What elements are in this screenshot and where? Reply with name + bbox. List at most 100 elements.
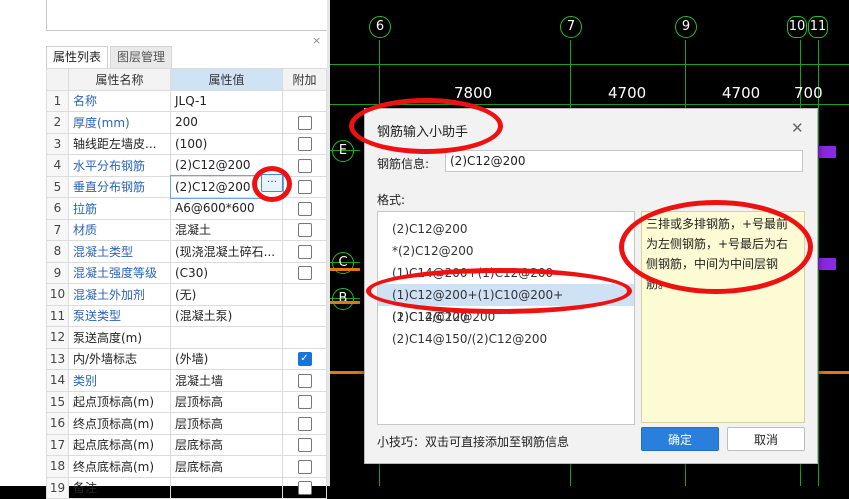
extra-cell <box>282 111 327 134</box>
property-name: 终点底标高(m) <box>68 455 171 478</box>
extra-checkbox[interactable] <box>297 180 312 194</box>
property-value[interactable]: 层顶标高 <box>170 390 283 413</box>
dimension-text: 4700 <box>608 84 647 102</box>
column-header-name: 属性名称 <box>68 68 171 91</box>
extra-cell <box>282 175 327 198</box>
property-value[interactable]: (现浇混凝土碎石... <box>170 240 283 263</box>
close-icon[interactable]: ✕ <box>791 119 804 137</box>
property-row[interactable]: 10 混凝土外加剂 (无) <box>46 283 327 306</box>
property-value[interactable]: (混凝土泵) <box>170 304 283 327</box>
property-value[interactable]: 200 <box>170 111 283 134</box>
property-value[interactable]: 层顶标高 <box>170 412 283 435</box>
property-value[interactable]: 混凝土墙 <box>170 369 283 392</box>
property-name: 名称 <box>68 89 171 112</box>
extra-cell <box>282 240 327 263</box>
extra-checkbox[interactable] <box>297 438 312 452</box>
row-index: 16 <box>46 412 69 435</box>
property-row[interactable]: 19 备注 <box>46 476 327 499</box>
property-value[interactable]: 混凝土 <box>170 218 283 241</box>
format-list-item[interactable]: (2)C14/C12@200 <box>378 306 634 328</box>
row-index: 6 <box>46 197 69 220</box>
property-value[interactable]: (100) <box>170 132 283 155</box>
property-row[interactable]: 17 起点底标高(m) 层底标高 <box>46 433 327 456</box>
format-list-item[interactable]: *(2)C12@200 <box>378 240 634 262</box>
property-name: 拉筋 <box>68 197 171 220</box>
property-row[interactable]: 3 轴线距左墙皮... (100) <box>46 132 327 155</box>
extra-checkbox[interactable] <box>297 137 312 151</box>
extra-cell <box>282 326 327 349</box>
extra-checkbox[interactable] <box>297 244 312 259</box>
property-value[interactable]: 层底标高 <box>170 433 283 456</box>
axis-label: 10 <box>787 16 807 38</box>
preview-area <box>46 0 328 31</box>
property-value[interactable] <box>170 326 283 349</box>
extra-checkbox[interactable] <box>297 459 312 474</box>
wall-segment <box>816 258 836 270</box>
property-row[interactable]: 4 水平分布钢筋 (2)C12@200 <box>46 154 327 177</box>
extra-cell <box>282 304 327 327</box>
extra-checkbox[interactable] <box>297 223 312 237</box>
row-index: 11 <box>46 304 69 327</box>
property-row[interactable]: 9 混凝土强度等级 (C30) <box>46 261 327 284</box>
extra-cell <box>282 433 327 456</box>
property-name: 泵送高度(m) <box>68 326 171 349</box>
ok-button[interactable]: 确定 <box>641 427 719 451</box>
property-value[interactable]: A6@600*600 <box>170 197 283 220</box>
property-value[interactable]: JLQ-1 <box>170 89 283 112</box>
tab-properties[interactable]: 属性列表 <box>46 46 109 69</box>
property-value[interactable]: 层底标高 <box>170 455 283 478</box>
extra-checkbox[interactable] <box>297 416 312 431</box>
tab-layers[interactable]: 图层管理 <box>110 46 173 69</box>
format-list-item[interactable]: (1)C14@200+(1)C12@200 <box>378 262 634 284</box>
property-row[interactable]: 5 垂直分布钢筋 (2)C12@200 <box>46 175 327 199</box>
property-name: 类别 <box>68 369 171 392</box>
rebar-info-input[interactable]: (2)C12@200 <box>445 150 803 172</box>
extra-checkbox[interactable] <box>297 158 312 173</box>
property-row[interactable]: 2 厚度(mm) 200 <box>46 111 327 134</box>
axis-label: 7 <box>560 16 582 38</box>
property-value[interactable] <box>170 476 283 499</box>
dimension-line <box>330 104 849 105</box>
extra-checkbox[interactable] <box>297 395 312 409</box>
dimension-text: 4700 <box>722 84 761 102</box>
property-row[interactable]: 13 内/外墙标志 (外墙) ✓ <box>46 347 327 370</box>
cancel-button[interactable]: 取消 <box>727 427 805 451</box>
format-list-item[interactable]: (2)C14@150/(2)C12@200 <box>378 328 634 350</box>
property-row[interactable]: 1 名称 JLQ-1 <box>46 89 327 112</box>
property-row[interactable]: 11 泵送类型 (混凝土泵) <box>46 304 327 327</box>
format-list-item[interactable]: (1)C12@200+(1)C10@200+(1)C12@200 <box>378 284 634 324</box>
property-name: 材质 <box>68 218 171 241</box>
property-name: 终点顶标高(m) <box>68 412 171 435</box>
property-name: 内/外墙标志 <box>68 347 171 370</box>
property-value[interactable]: (2)C12@200 <box>170 154 283 177</box>
property-row[interactable]: 16 终点顶标高(m) 层顶标高 <box>46 412 327 435</box>
extra-checkbox[interactable]: ✓ <box>297 352 312 366</box>
extra-cell <box>282 412 327 435</box>
wall-segment <box>330 301 360 304</box>
extra-cell <box>282 476 327 499</box>
extra-cell <box>282 197 327 220</box>
row-index: 19 <box>46 476 69 499</box>
property-row[interactable]: 7 材质 混凝土 <box>46 218 327 241</box>
extra-cell <box>282 132 327 155</box>
property-row[interactable]: 15 起点顶标高(m) 层顶标高 <box>46 390 327 413</box>
property-row[interactable]: 6 拉筋 A6@600*600 <box>46 197 327 220</box>
extra-cell <box>282 261 327 284</box>
row-index: 15 <box>46 390 69 413</box>
wall-segment <box>816 371 849 374</box>
property-row[interactable]: 18 终点底标高(m) 层底标高 <box>46 455 327 478</box>
extra-checkbox[interactable] <box>297 266 312 280</box>
extra-checkbox[interactable] <box>297 115 312 130</box>
property-row[interactable]: 8 混凝土类型 (现浇混凝土碎石... <box>46 240 327 263</box>
ellipsis-button[interactable]: ··· <box>261 174 283 192</box>
extra-checkbox[interactable] <box>297 373 312 388</box>
property-row[interactable]: 12 泵送高度(m) <box>46 326 327 349</box>
extra-checkbox[interactable] <box>297 201 312 216</box>
property-row[interactable]: 14 类别 混凝土墙 <box>46 369 327 392</box>
property-value[interactable]: (无) <box>170 283 283 306</box>
property-value[interactable]: (C30) <box>170 261 283 284</box>
axis-label: 9 <box>675 16 697 38</box>
extra-checkbox[interactable] <box>297 481 312 495</box>
property-value[interactable]: (外墙) <box>170 347 283 370</box>
format-list-item[interactable]: (2)C12@200 <box>378 218 634 240</box>
